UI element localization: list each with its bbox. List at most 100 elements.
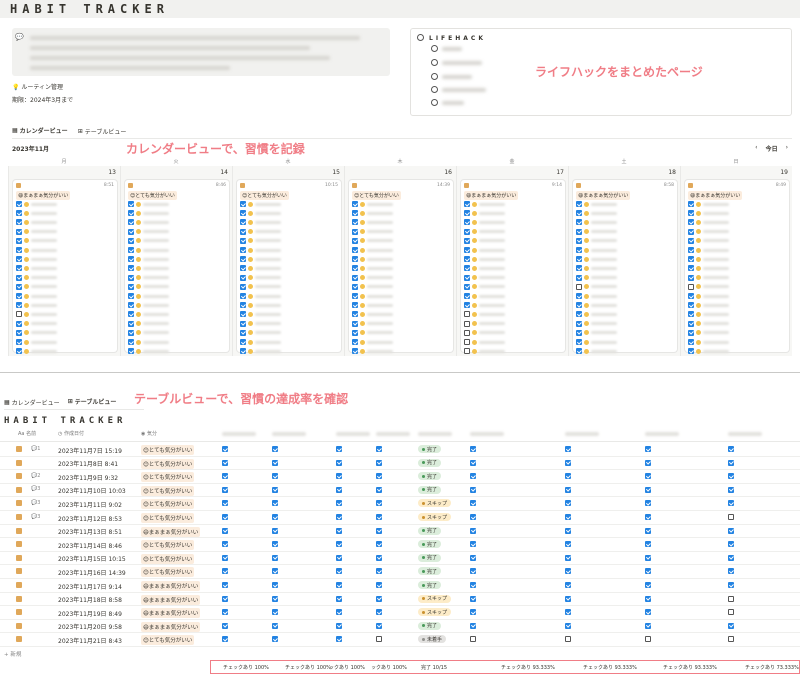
habit-checkbox[interactable] [272, 527, 278, 534]
habit-checkbox[interactable] [376, 459, 382, 466]
habit-checkbox[interactable] [16, 210, 22, 217]
habit-checkbox[interactable] [728, 514, 734, 520]
habit-checkbox[interactable] [576, 256, 582, 263]
habit-checkbox[interactable] [565, 486, 571, 493]
status-badge[interactable]: スキップ [418, 594, 452, 603]
habit-checkbox[interactable] [728, 541, 734, 548]
habit-checkbox[interactable] [576, 339, 582, 345]
habit-checkbox[interactable] [728, 636, 734, 643]
habit-checkbox[interactable] [576, 348, 582, 355]
mood-tag[interactable]: 😊とても気分がいい [141, 567, 195, 578]
habit-checkbox[interactable] [470, 554, 476, 561]
habit-entry-card[interactable]: 8:51 😄まぁまぁ気分がいい [13, 180, 117, 355]
table-row[interactable]: 2023年11月15日 10:15 😊とても気分がいい 完了 [0, 552, 800, 566]
habit-checkbox[interactable] [376, 568, 382, 575]
habit-checkbox[interactable] [728, 500, 734, 507]
habit-checkbox[interactable] [352, 311, 358, 318]
habit-checkbox[interactable] [688, 339, 694, 345]
habit-checkbox[interactable] [576, 302, 582, 309]
habit-checkbox[interactable] [128, 265, 134, 272]
habit-checkbox[interactable] [470, 473, 476, 480]
column-summary[interactable]: チェックあり 93.333% [501, 664, 555, 671]
habit-checkbox[interactable] [464, 339, 470, 345]
habit-checkbox[interactable] [728, 568, 734, 575]
habit-checkbox[interactable] [128, 302, 134, 309]
habit-checkbox[interactable] [336, 514, 342, 520]
habit-checkbox[interactable] [576, 311, 582, 318]
habit-checkbox[interactable] [688, 302, 694, 309]
habit-checkbox[interactable] [645, 446, 651, 452]
habit-checkbox[interactable] [576, 201, 582, 207]
blurred-header[interactable] [728, 432, 762, 436]
habit-checkbox[interactable] [16, 237, 22, 244]
habit-checkbox[interactable] [222, 486, 228, 493]
habit-checkbox[interactable] [352, 274, 358, 281]
habit-checkbox[interactable] [464, 237, 470, 244]
habit-checkbox[interactable] [688, 293, 694, 299]
habit-checkbox[interactable] [272, 486, 278, 493]
status-badge[interactable]: 完了 [418, 621, 442, 630]
habit-checkbox[interactable] [16, 302, 22, 309]
table-row[interactable]: 2023年11月19日 8:49 😄まぁまぁ気分がいい スキップ [0, 606, 800, 620]
habit-checkbox[interactable] [272, 514, 278, 520]
habit-checkbox[interactable] [240, 228, 246, 235]
habit-checkbox[interactable] [240, 339, 246, 345]
table-row[interactable]: 💬3 2023年11月11日 9:02 😊とても気分がいい スキップ [0, 497, 800, 511]
habit-checkbox[interactable] [565, 622, 571, 629]
habit-checkbox[interactable] [222, 459, 228, 466]
habit-entry-card[interactable]: 9:14 😄まぁまぁ気分がいい [461, 180, 565, 355]
habit-checkbox[interactable] [565, 568, 571, 575]
habit-entry-card[interactable]: 8:49 😄まぁまぁ気分がいい [685, 180, 789, 355]
habit-checkbox[interactable] [128, 237, 134, 244]
calendar-day-cell[interactable]: 13 8:51 😄まぁまぁ気分がいい [8, 166, 120, 356]
habit-checkbox[interactable] [128, 247, 134, 253]
column-summary[interactable]: ックあり 100% [329, 664, 365, 671]
habit-checkbox[interactable] [352, 329, 358, 336]
habit-checkbox[interactable] [645, 622, 651, 629]
mood-tag[interactable]: 😊とても気分がいい [141, 472, 195, 483]
blurred-header[interactable] [470, 432, 504, 436]
habit-checkbox[interactable] [470, 527, 476, 534]
table-row[interactable]: 💬3 2023年11月12日 8:53 😊とても気分がいい スキップ [0, 511, 800, 525]
habit-checkbox[interactable] [222, 514, 228, 520]
habit-checkbox[interactable] [688, 210, 694, 217]
habit-checkbox[interactable] [16, 311, 22, 318]
habit-checkbox[interactable] [352, 283, 358, 290]
mood-tag[interactable]: 😄まぁまぁ気分がいい [141, 526, 201, 537]
habit-checkbox[interactable] [376, 595, 382, 602]
habit-checkbox[interactable] [128, 228, 134, 235]
habit-checkbox[interactable] [240, 274, 246, 281]
habit-checkbox[interactable] [576, 247, 582, 253]
habit-checkbox[interactable] [16, 265, 22, 272]
habit-checkbox[interactable] [376, 500, 382, 507]
habit-checkbox[interactable] [336, 500, 342, 507]
habit-checkbox[interactable] [352, 228, 358, 235]
habit-checkbox[interactable] [728, 554, 734, 561]
mood-tag[interactable]: 😊とても気分がいい [141, 553, 195, 564]
mood-tag[interactable]: 😄まぁまぁ気分がいい [141, 608, 201, 619]
habit-checkbox[interactable] [16, 283, 22, 290]
habit-checkbox[interactable] [222, 636, 228, 643]
habit-checkbox[interactable] [464, 210, 470, 217]
habit-checkbox[interactable] [470, 582, 476, 588]
habit-checkbox[interactable] [272, 446, 278, 452]
habit-checkbox[interactable] [16, 256, 22, 263]
habit-checkbox[interactable] [464, 283, 470, 290]
habit-checkbox[interactable] [688, 311, 694, 318]
habit-checkbox[interactable] [16, 228, 22, 235]
habit-checkbox[interactable] [565, 609, 571, 616]
habit-checkbox[interactable] [728, 622, 734, 629]
habit-checkbox[interactable] [464, 348, 470, 355]
habit-checkbox[interactable] [688, 228, 694, 235]
habit-checkbox[interactable] [240, 302, 246, 309]
comment-count[interactable]: 💬2 [31, 473, 40, 479]
habit-checkbox[interactable] [470, 514, 476, 520]
comment-count[interactable]: 💬1 [31, 446, 40, 452]
lifehack-link[interactable] [431, 73, 472, 80]
habit-checkbox[interactable] [728, 486, 734, 493]
status-badge[interactable]: 完了 [418, 553, 442, 562]
habit-checkbox[interactable] [688, 320, 694, 327]
mood-tag[interactable]: 😊とても気分がいい [141, 445, 195, 455]
habit-checkbox[interactable] [576, 219, 582, 226]
habit-checkbox[interactable] [222, 541, 228, 548]
